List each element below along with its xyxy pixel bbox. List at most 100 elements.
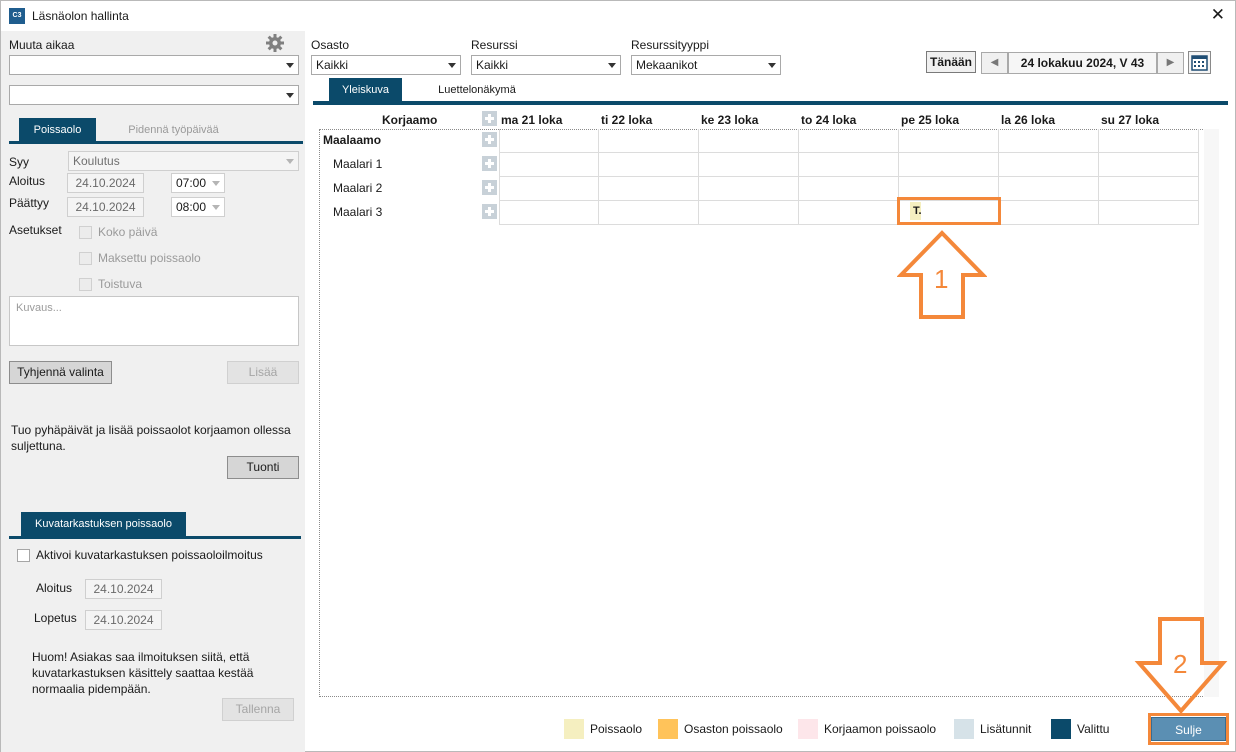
add-button[interactable]: Lisää	[227, 361, 299, 384]
department-combo[interactable]: Kaikki	[311, 55, 461, 75]
resource-combo[interactable]: Kaikki	[471, 55, 621, 75]
activate-notification-label: Aktivoi kuvatarkastuksen poissaoloilmoit…	[36, 548, 263, 562]
import-button[interactable]: Tuonti	[227, 456, 299, 479]
chevron-down-icon	[768, 63, 776, 68]
time-range-combo[interactable]	[9, 55, 299, 75]
tab-underline	[9, 141, 303, 144]
add-row-plus-icon[interactable]	[482, 156, 497, 171]
legend-department-absence-swatch	[658, 719, 678, 739]
attendance-window: C3 Läsnäolon hallinta ✕ Muuta aikaa Pois…	[0, 0, 1236, 752]
window-close-icon[interactable]: ✕	[1211, 6, 1225, 24]
schedule-cell[interactable]	[699, 201, 799, 225]
chevron-down-icon	[212, 181, 220, 186]
tab-extend-workday[interactable]: Pidennä työpäivää	[106, 118, 241, 142]
start-date-field[interactable]: 24.10.2024	[67, 173, 144, 193]
schedule-cell[interactable]	[699, 153, 799, 177]
resource-label: Resurssi	[471, 38, 518, 52]
schedule-cell[interactable]	[899, 153, 999, 177]
column-header-day: ma 21 loka	[501, 113, 563, 127]
legend-selected-swatch	[1051, 719, 1071, 739]
next-week-button[interactable]: ▶	[1157, 52, 1184, 74]
resource-type-label: Resurssityyppi	[631, 38, 710, 52]
tab-overview[interactable]: Yleiskuva	[329, 78, 402, 102]
chevron-down-icon	[286, 159, 294, 164]
reason-combo[interactable]: Koulutus	[68, 151, 299, 171]
schedule-cell[interactable]	[599, 201, 699, 225]
schedule-cell[interactable]	[599, 129, 699, 153]
end-time-combo[interactable]: 08:00	[171, 197, 225, 217]
chevron-down-icon	[608, 63, 616, 68]
schedule-cell[interactable]	[1099, 177, 1199, 201]
add-row-plus-icon[interactable]	[482, 180, 497, 195]
full-day-checkbox[interactable]	[79, 226, 92, 239]
clear-selection-button[interactable]: Tyhjennä valinta	[9, 361, 112, 384]
chevron-right-icon: ▶	[1166, 57, 1175, 68]
schedule-cell[interactable]	[999, 129, 1099, 153]
schedule-cell[interactable]	[599, 153, 699, 177]
change-time-label: Muuta aikaa	[9, 38, 75, 52]
end-label: Päättyy	[9, 196, 50, 210]
current-date-label: 24 lokakuu 2024, V 43	[1008, 52, 1157, 74]
column-header-day: to 24 loka	[801, 113, 857, 127]
start-time-combo[interactable]: 07:00	[171, 173, 225, 193]
column-header-day: la 26 loka	[1001, 113, 1056, 127]
expand-row-plus-icon[interactable]	[482, 132, 497, 147]
today-button[interactable]: Tänään	[926, 51, 976, 73]
legend-workshop-absence-swatch	[798, 719, 818, 739]
inspection-notice: Huom! Asiakas saa ilmoituksen siitä, ett…	[32, 650, 254, 696]
resource-row-label: Maalari 3	[333, 205, 383, 219]
schedule-cell[interactable]	[799, 201, 899, 225]
chevron-left-icon: ◀	[990, 57, 999, 68]
inspection-start-label: Aloitus	[36, 581, 73, 595]
prev-week-button[interactable]: ◀	[981, 52, 1008, 74]
gear-icon[interactable]	[265, 33, 285, 53]
legend-department-absence-label: Osaston poissaolo	[684, 722, 783, 736]
import-note: Tuo pyhäpäivät ja lisää poissaolot korja…	[11, 423, 291, 453]
schedule-cell[interactable]	[799, 153, 899, 177]
activate-notification-checkbox[interactable]	[17, 549, 30, 562]
grid-vertical-scrollbar[interactable]	[1204, 129, 1219, 697]
schedule-cell[interactable]	[1099, 201, 1199, 225]
calendar-button[interactable]	[1188, 51, 1211, 74]
schedule-cell[interactable]	[499, 177, 599, 201]
schedule-cell[interactable]	[999, 153, 1099, 177]
schedule-cell[interactable]	[899, 129, 999, 153]
expand-all-plus-icon[interactable]	[482, 111, 497, 126]
schedule-cell[interactable]	[699, 177, 799, 201]
schedule-cell[interactable]	[499, 153, 599, 177]
recurring-label: Toistuva	[98, 277, 143, 291]
schedule-cell[interactable]	[499, 201, 599, 225]
resource-type-combo[interactable]: Mekaanikot	[631, 55, 781, 75]
legend-workshop-absence-label: Korjaamon poissaolo	[824, 722, 937, 736]
tab-absence[interactable]: Poissaolo	[19, 118, 96, 142]
legend-selected-label: Valittu	[1077, 722, 1110, 736]
settings-label: Asetukset	[9, 223, 62, 237]
paid-absence-checkbox[interactable]	[79, 252, 92, 265]
time-option-combo[interactable]	[9, 85, 299, 105]
view-tab-underline	[313, 101, 1228, 105]
column-header-workshop: Korjaamo	[382, 113, 438, 127]
save-button[interactable]: Tallenna	[222, 698, 294, 721]
schedule-cell[interactable]	[1099, 129, 1199, 153]
schedule-cell[interactable]	[799, 129, 899, 153]
schedule-cell[interactable]	[699, 129, 799, 153]
annotation-highlight-box	[897, 197, 1001, 225]
inspection-end-date-field[interactable]: 24.10.2024	[85, 610, 162, 630]
end-date-field[interactable]: 24.10.2024	[67, 197, 144, 217]
group-label: Maalaamo	[323, 133, 382, 147]
schedule-cell[interactable]	[999, 201, 1099, 225]
calendar-icon	[1191, 55, 1208, 71]
schedule-cell[interactable]	[499, 129, 599, 153]
tab-list-view[interactable]: Luettelonäkymä	[426, 78, 528, 102]
department-label: Osasto	[311, 38, 350, 52]
schedule-cell[interactable]	[999, 177, 1099, 201]
schedule-cell[interactable]	[1099, 153, 1199, 177]
recurring-checkbox[interactable]	[79, 278, 92, 291]
legend-absence-label: Poissaolo	[590, 722, 643, 736]
schedule-cell[interactable]	[799, 177, 899, 201]
add-row-plus-icon[interactable]	[482, 204, 497, 219]
inspection-start-date-field[interactable]: 24.10.2024	[85, 579, 162, 599]
description-textarea[interactable]: Kuvaus...	[9, 296, 299, 346]
schedule-cell[interactable]	[599, 177, 699, 201]
tab-inspection-absence[interactable]: Kuvatarkastuksen poissaolo	[21, 512, 186, 536]
